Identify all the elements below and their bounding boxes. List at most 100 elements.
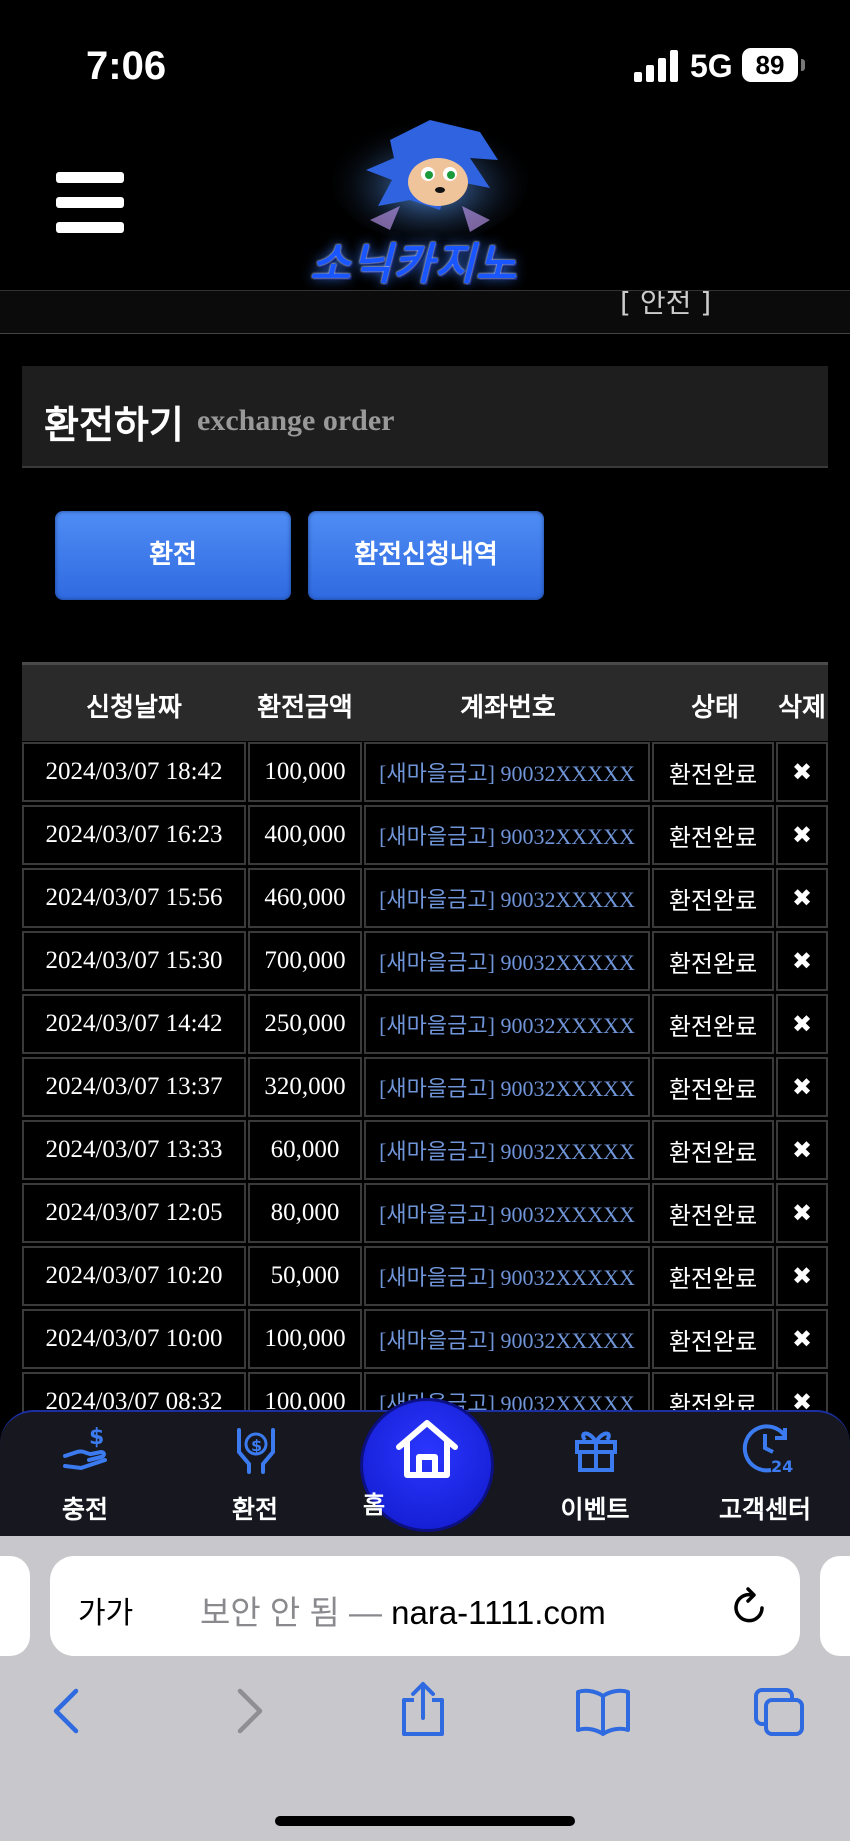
home-icon — [396, 1420, 458, 1478]
site-logo[interactable]: 소닉카지노 — [300, 110, 560, 290]
address-bar[interactable]: 가가 보안 안 됨 — nara-1111.com — [50, 1556, 800, 1656]
nav-deposit-label: 충전 — [61, 1495, 108, 1524]
cell-account: [새마을금고] 90032XXXXX — [364, 805, 650, 865]
cell-date: 2024/03/07 10:00 — [22, 1309, 246, 1369]
home-indicator — [275, 1816, 575, 1826]
cell-amount: 700,000 — [248, 931, 362, 991]
url-host: nara-1111.com — [391, 1594, 606, 1631]
delete-icon[interactable]: ✖ — [776, 1057, 828, 1117]
table-row: 2024/03/07 13:33 60,000 [새마을금고] 90032XXX… — [22, 1120, 828, 1180]
bookmarks-icon[interactable] — [574, 1686, 632, 1736]
network-type: 5G — [690, 48, 733, 84]
nav-support-label: 고객센터 — [718, 1495, 811, 1524]
cell-date: 2024/03/07 14:42 — [22, 994, 246, 1054]
tabs-icon[interactable] — [752, 1686, 808, 1738]
delete-icon[interactable]: ✖ — [776, 805, 828, 865]
cell-date: 2024/03/07 18:42 — [22, 742, 246, 802]
table-row: 2024/03/07 15:30 700,000 [새마을금고] 90032XX… — [22, 931, 828, 991]
delete-icon[interactable]: ✖ — [776, 742, 828, 802]
nav-support[interactable]: 24 고객센터 — [705, 1412, 825, 1538]
cell-status: 환전완료 — [652, 931, 774, 991]
back-icon[interactable] — [46, 1686, 86, 1736]
next-tab-card[interactable] — [820, 1556, 850, 1656]
col-date: 신청날짜 — [86, 693, 182, 723]
exchange-button[interactable]: 환전 — [55, 511, 291, 600]
nav-event[interactable]: 이벤트 — [535, 1412, 655, 1538]
cell-amount: 50,000 — [248, 1246, 362, 1306]
cell-date: 2024/03/07 13:33 — [22, 1120, 246, 1180]
cell-account: [새마을금고] 90032XXXXX — [364, 1183, 650, 1243]
table-row: 2024/03/07 18:42 100,000 [새마을금고] 90032XX… — [22, 742, 828, 802]
menu-icon[interactable] — [56, 172, 124, 234]
delete-icon[interactable]: ✖ — [776, 931, 828, 991]
page-subtitle: exchange order — [197, 404, 395, 437]
cell-account: [새마을금고] 90032XXXXX — [364, 1309, 650, 1369]
nav-exchange-label: 환전 — [231, 1495, 278, 1524]
cell-amount: 460,000 — [248, 868, 362, 928]
nav-home-label: 홈 — [363, 1491, 386, 1519]
cell-account: [새마을금고] 90032XXXXX — [364, 742, 650, 802]
table-row: 2024/03/07 10:20 50,000 [새마을금고] 90032XXX… — [22, 1246, 828, 1306]
url-display[interactable]: 보안 안 됨 — nara-1111.com — [200, 1586, 606, 1634]
cell-status: 환전완료 — [652, 742, 774, 802]
cell-status: 환전완료 — [652, 1183, 774, 1243]
cell-date: 2024/03/07 16:23 — [22, 805, 246, 865]
delete-icon[interactable]: ✖ — [776, 1309, 828, 1369]
col-amount: 환전금액 — [257, 693, 353, 723]
col-delete: 삭제 — [778, 693, 826, 723]
cell-status: 환전완료 — [652, 1246, 774, 1306]
delete-icon[interactable]: ✖ — [776, 1246, 828, 1306]
sonic-mascot-icon — [332, 118, 528, 240]
nav-exchange[interactable]: $ 환전 — [195, 1412, 315, 1538]
cell-amount: 60,000 — [248, 1120, 362, 1180]
cell-account: [새마을금고] 90032XXXXX — [364, 1120, 650, 1180]
exchange-history-button[interactable]: 환전신청내역 — [308, 511, 544, 600]
nav-deposit[interactable]: $ 충전 — [25, 1412, 145, 1538]
not-secure-label: 보안 안 됨 — — [200, 1594, 382, 1631]
cell-amount: 250,000 — [248, 994, 362, 1054]
notice-ticker: [ 안전 ] — [0, 290, 850, 334]
nav-home[interactable]: 홈 — [360, 1398, 494, 1532]
page-header: 환전하기 exchange order — [22, 366, 828, 468]
table-row: 2024/03/07 16:23 400,000 [새마을금고] 90032XX… — [22, 805, 828, 865]
cell-date: 2024/03/07 12:05 — [22, 1183, 246, 1243]
nav-event-label: 이벤트 — [560, 1495, 630, 1524]
cell-account: [새마을금고] 90032XXXXX — [364, 1246, 650, 1306]
cell-amount: 320,000 — [248, 1057, 362, 1117]
status-time: 7:06 — [86, 44, 167, 88]
svg-text:$: $ — [89, 1425, 104, 1450]
delete-icon[interactable]: ✖ — [776, 994, 828, 1054]
delete-icon[interactable]: ✖ — [776, 1183, 828, 1243]
battery-icon: 89 — [742, 48, 805, 82]
table-row: 2024/03/07 14:42 250,000 [새마을금고] 90032XX… — [22, 994, 828, 1054]
logo-text: 소닉카지노 — [310, 239, 518, 290]
reload-icon[interactable] — [730, 1586, 770, 1628]
col-account: 계좌번호 — [460, 693, 556, 723]
svg-text:$: $ — [251, 1436, 262, 1455]
prev-tab-card[interactable] — [0, 1556, 30, 1656]
delete-icon[interactable]: ✖ — [776, 868, 828, 928]
table-row: 2024/03/07 15:56 460,000 [새마을금고] 90032XX… — [22, 868, 828, 928]
cell-account: [새마을금고] 90032XXXXX — [364, 931, 650, 991]
deposit-hand-coin-icon: $ — [63, 1425, 107, 1471]
reader-text-size-button[interactable]: 가가 — [78, 1588, 133, 1632]
cell-date: 2024/03/07 10:20 — [22, 1246, 246, 1306]
exchange-hands-icon: $ — [237, 1428, 275, 1474]
gift-icon — [575, 1431, 617, 1472]
cell-status: 환전완료 — [652, 868, 774, 928]
cell-date: 2024/03/07 13:37 — [22, 1057, 246, 1117]
signal-icon — [634, 50, 680, 82]
share-icon[interactable] — [398, 1680, 448, 1738]
table-row: 2024/03/07 12:05 80,000 [새마을금고] 90032XXX… — [22, 1183, 828, 1243]
delete-icon[interactable]: ✖ — [776, 1120, 828, 1180]
cell-amount: 80,000 — [248, 1183, 362, 1243]
cell-account: [새마을금고] 90032XXXXX — [364, 868, 650, 928]
cell-status: 환전완료 — [652, 805, 774, 865]
cell-amount: 100,000 — [248, 742, 362, 802]
svg-text:24: 24 — [771, 1457, 793, 1474]
cell-amount: 100,000 — [248, 1309, 362, 1369]
cell-date: 2024/03/07 15:30 — [22, 931, 246, 991]
table-header: 신청날짜 환전금액 계좌번호 상태 삭제 — [22, 662, 828, 741]
cell-status: 환전완료 — [652, 1309, 774, 1369]
forward-icon[interactable] — [230, 1686, 270, 1736]
